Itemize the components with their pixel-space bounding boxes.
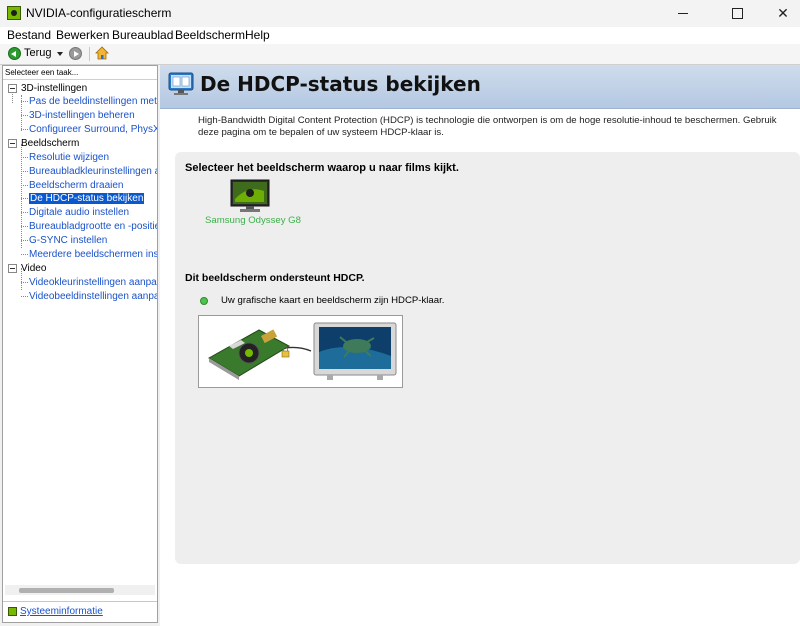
task-navigation-pane: Selecteer een taak... 3D-instellingen Pa…: [2, 65, 158, 623]
tree-item-desktop-size[interactable]: Bureaubladgrootte en -positie a: [19, 220, 157, 233]
page-description: High-Bandwidth Digital Content Protectio…: [198, 115, 777, 138]
tree-item-video-image[interactable]: Videobeeldinstellingen aanpasse: [19, 290, 157, 303]
tree-item-label: Videokleurinstellingen aanpasse: [29, 277, 157, 288]
toolbar: Terug: [0, 44, 800, 65]
menu-bestand[interactable]: Bestand: [7, 28, 51, 42]
tree-item-label: Digitale audio instellen: [29, 207, 130, 218]
forward-arrow-icon[interactable]: [69, 47, 82, 60]
task-header: Selecteer een taak...: [5, 68, 79, 77]
category-label: Video: [21, 263, 47, 274]
minimize-button[interactable]: [660, 0, 706, 27]
tree-item-label: Videobeeldinstellingen aanpasse: [29, 291, 157, 302]
hdcp-panel: Selecteer het beeldscherm waarop u naar …: [175, 152, 800, 564]
back-dropdown-icon[interactable]: [57, 52, 63, 56]
menu-help[interactable]: Help: [245, 28, 270, 42]
tree-item-label: 3D-instellingen beheren: [29, 110, 135, 121]
toolbar-separator: [89, 47, 90, 61]
hdcp-status-text: Uw grafische kaart en beeldscherm zijn H…: [221, 295, 445, 306]
tree-item-rotate[interactable]: Beeldscherm draaien: [19, 179, 124, 192]
horizontal-scrollbar[interactable]: [5, 585, 155, 595]
home-icon[interactable]: [95, 46, 109, 60]
maximize-icon: [731, 8, 743, 19]
tree-item-label: Bureaubladkleurinstellingen aan: [29, 166, 157, 177]
title-bar: NVIDIA-configuratiescherm ✕: [0, 0, 800, 28]
divider: [3, 79, 157, 80]
tree-item-multiple-displays[interactable]: Meerdere beeldschermen instell: [19, 248, 157, 261]
tree-item-surround-physx[interactable]: Configureer Surround, PhysX: [19, 123, 157, 136]
menu-bureaublad[interactable]: Bureaublad: [112, 28, 173, 42]
back-button[interactable]: Terug: [24, 47, 52, 59]
tree-item-resolution[interactable]: Resolutie wijzigen: [19, 151, 109, 164]
tree-item-video-color[interactable]: Videokleurinstellingen aanpasse: [19, 276, 157, 289]
tree-item-hdcp-status[interactable]: De HDCP-status bekijken: [19, 192, 145, 205]
tree-item-gsync[interactable]: G-SYNC instellen: [19, 234, 107, 247]
system-info-icon: [8, 607, 17, 616]
tree-item-label: Meerdere beeldschermen instell: [29, 249, 157, 260]
scrollbar-thumb[interactable]: [19, 588, 114, 593]
tree-category-video[interactable]: Video: [8, 262, 46, 275]
content-pane: De HDCP-status bekijken High-Bandwidth D…: [160, 65, 800, 626]
category-label: 3D-instellingen: [21, 83, 88, 94]
page-title: De HDCP-status bekijken: [200, 72, 481, 96]
tree-item-label: Resolutie wijzigen: [29, 152, 110, 163]
window-title: NVIDIA-configuratiescherm: [26, 6, 172, 20]
maximize-button[interactable]: [714, 0, 760, 27]
menu-bar: Bestand Bewerken Bureaublad Beeldscherm …: [0, 27, 800, 45]
tree-item-label: Configureer Surround, PhysX: [29, 124, 157, 135]
divider: [3, 601, 157, 602]
monitor-icon[interactable]: [230, 179, 270, 213]
collapse-icon[interactable]: [8, 263, 17, 273]
tree-item-image-settings[interactable]: Pas de beeldinstellingen met vo: [19, 95, 157, 108]
tree-item-label: Beeldscherm draaien: [29, 180, 124, 191]
graphics-card-to-tv-image: [208, 322, 397, 380]
status-ok-icon: [200, 297, 208, 305]
page-header: De HDCP-status bekijken: [160, 65, 800, 109]
display-settings-icon: [168, 72, 194, 95]
category-label: Beeldscherm: [21, 138, 80, 149]
tree-category-display[interactable]: Beeldscherm: [8, 137, 79, 150]
tree-item-label: G-SYNC instellen: [29, 235, 108, 246]
tree-item-manage-3d[interactable]: 3D-instellingen beheren: [19, 109, 135, 122]
back-arrow-icon[interactable]: [8, 47, 21, 60]
tree-item-digital-audio[interactable]: Digitale audio instellen: [19, 206, 129, 219]
menu-beeldscherm[interactable]: Beeldscherm: [175, 28, 245, 42]
tree-item-desktop-color[interactable]: Bureaubladkleurinstellingen aan: [19, 165, 157, 178]
select-display-label: Selecteer het beeldscherm waarop u naar …: [185, 162, 459, 174]
minimize-icon: [678, 13, 688, 14]
system-info-link[interactable]: Systeeminformatie: [20, 606, 103, 617]
tree-item-label: Bureaubladgrootte en -positie a: [29, 221, 157, 232]
nvidia-logo-icon: [7, 6, 21, 20]
collapse-icon[interactable]: [8, 83, 17, 93]
collapse-icon[interactable]: [8, 138, 17, 148]
tree-item-label: De HDCP-status bekijken: [29, 193, 145, 204]
menu-bewerken[interactable]: Bewerken: [56, 28, 109, 42]
hdcp-support-heading: Dit beeldscherm ondersteunt HDCP.: [185, 272, 365, 284]
task-tree: 3D-instellingen Pas de beeldinstellingen…: [3, 82, 157, 582]
monitor-name[interactable]: Samsung Odyssey G8: [205, 215, 301, 226]
hdcp-illustration: [198, 315, 403, 388]
tree-item-label: Pas de beeldinstellingen met vo: [29, 96, 157, 107]
tree-category-3d-settings[interactable]: 3D-instellingen: [8, 82, 87, 95]
close-button[interactable]: ✕: [760, 0, 800, 27]
